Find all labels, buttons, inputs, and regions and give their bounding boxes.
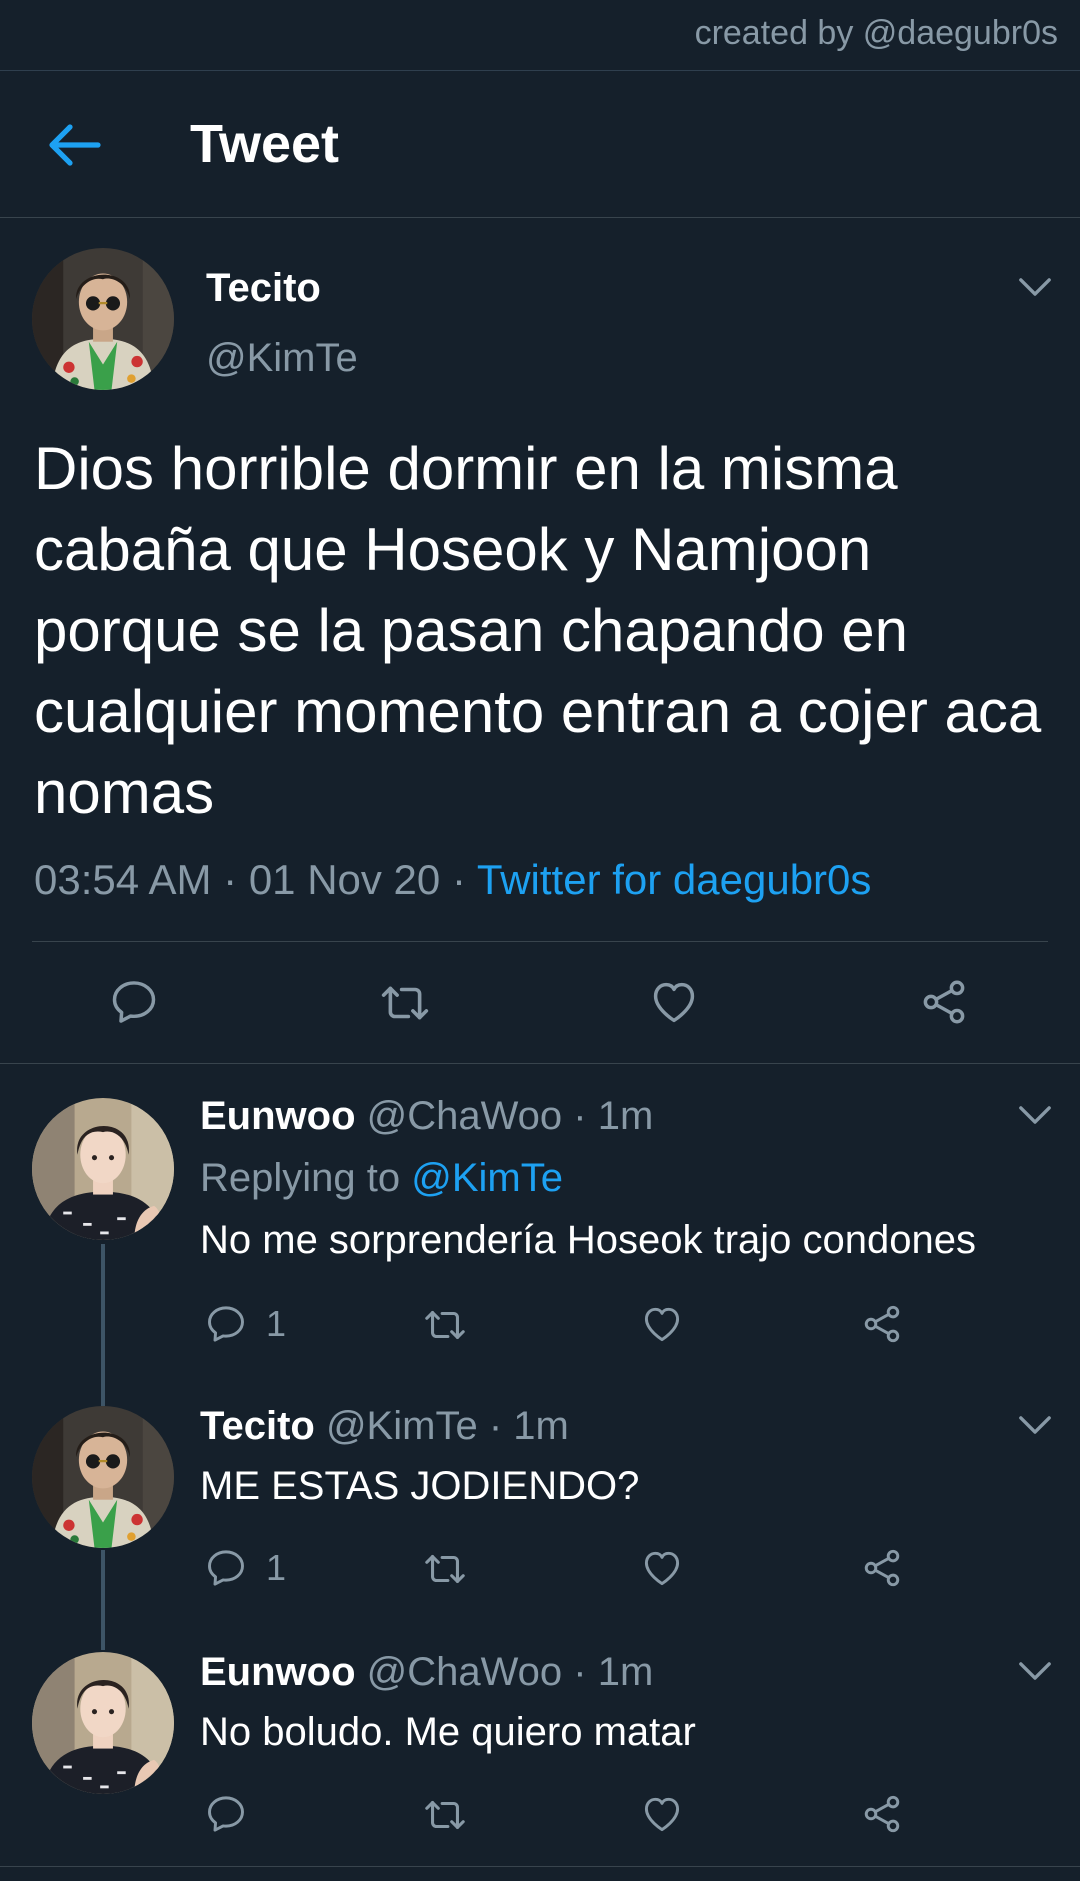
meta-dot: · [573,1094,587,1138]
retweet-icon [422,1792,468,1838]
heart-icon [640,1546,684,1590]
reply-time: 1m [597,1650,654,1694]
avatar[interactable] [32,248,174,390]
tweet-meta: 03:54 AM · 01 Nov 20 · Twitter for daegu… [34,856,871,904]
page-title: Tweet [190,114,340,174]
author-name[interactable]: Eunwoo [200,1094,356,1138]
share-button[interactable] [860,1546,904,1590]
retweet-button[interactable] [422,1792,468,1838]
author-handle[interactable]: @ChaWoo [367,1650,563,1694]
divider [0,1866,1080,1867]
meta-dot: · [488,1404,503,1448]
more-options-button[interactable] [1018,1414,1052,1436]
author-name[interactable]: Tecito [206,266,321,311]
reply-button[interactable]: 1 [204,1546,286,1590]
divider [0,1063,1080,1064]
chevron-down-icon [1018,276,1052,298]
reply-header: Eunwoo @ChaWoo · 1m [200,1094,653,1139]
back-button[interactable] [46,121,102,169]
reply-time: 1m [597,1094,654,1138]
share-button[interactable] [860,1302,904,1346]
more-options-button[interactable] [1018,1660,1052,1682]
share-icon [918,976,970,1028]
thread-line [101,1244,105,1406]
reply-button[interactable] [108,976,160,1028]
top-bar: Tweet [0,70,1080,218]
retweet-button[interactable] [422,1302,468,1348]
author-name[interactable]: Eunwoo [200,1650,356,1694]
retweet-icon [422,1546,468,1592]
avatar[interactable] [32,1652,174,1794]
more-options-button[interactable] [1018,1104,1052,1126]
chevron-down-icon [1018,1414,1052,1436]
reply-text: No boludo. Me quiero matar [200,1710,696,1754]
like-button[interactable] [640,1302,684,1346]
retweet-button[interactable] [378,976,432,1030]
meta-dot: · [223,856,238,903]
comment-icon [204,1302,248,1346]
tweet-source-link[interactable]: Twitter for daegubr0s [477,856,872,903]
reply-text: ME ESTAS JODIENDO? [200,1464,640,1508]
meta-dot: · [573,1650,587,1694]
author-name[interactable]: Tecito [200,1404,315,1448]
meta-dot: · [451,856,466,903]
author-handle[interactable]: @KimTe [326,1404,478,1448]
share-icon [860,1302,904,1346]
replying-label: Replying to [200,1156,401,1200]
chevron-down-icon [1018,1104,1052,1126]
chevron-down-icon [1018,1660,1052,1682]
comment-icon [108,976,160,1028]
reply-count: 1 [266,1547,287,1588]
avatar[interactable] [32,1406,174,1548]
reply-button[interactable] [204,1792,266,1836]
author-handle[interactable]: @KimTe [206,336,358,381]
reply-text: No me sorprendería Hoseok trajo condones [200,1218,976,1262]
arrow-left-icon [49,124,101,166]
share-icon [860,1546,904,1590]
replying-to: Replying to @KimTe [200,1156,563,1201]
heart-icon [648,976,700,1028]
share-button[interactable] [860,1792,904,1836]
reply-count: 1 [266,1303,287,1344]
tweet-time: 03:54 AM [34,856,212,903]
comment-icon [204,1792,248,1836]
share-icon [860,1792,904,1836]
retweet-icon [422,1302,468,1348]
heart-icon [640,1792,684,1836]
more-options-button[interactable] [1018,276,1052,298]
reply-time: 1m [513,1404,569,1448]
heart-icon [640,1302,684,1346]
comment-icon [204,1546,248,1590]
reply-header: Eunwoo @ChaWoo · 1m [200,1650,653,1695]
divider [32,941,1048,942]
retweet-icon [378,976,432,1030]
replying-to-link[interactable]: @KimTe [411,1156,563,1200]
credit-watermark: created by @daegubr0s [694,14,1058,52]
like-button[interactable] [640,1792,684,1836]
reply-header: Tecito @KimTe · 1m [200,1404,569,1449]
tweet-date: 01 Nov 20 [248,856,441,903]
thread-line [101,1550,105,1650]
like-button[interactable] [640,1546,684,1590]
author-handle[interactable]: @ChaWoo [367,1094,563,1138]
reply-button[interactable]: 1 [204,1302,286,1346]
tweet-text: Dios horrible dormir en la misma cabaña … [34,435,1042,826]
avatar[interactable] [32,1098,174,1240]
retweet-button[interactable] [422,1546,468,1592]
like-button[interactable] [648,976,700,1028]
share-button[interactable] [918,976,970,1028]
